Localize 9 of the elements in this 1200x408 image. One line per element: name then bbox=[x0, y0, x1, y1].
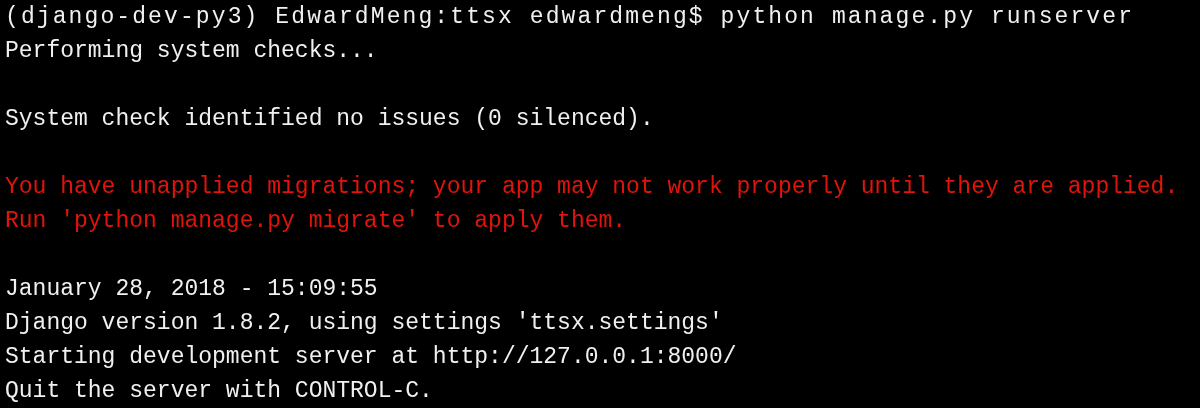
error-message: You have unapplied migrations; your app may not work properly until they are applied. bbox=[5, 174, 1179, 200]
output-line: System check identified no issues (0 silenced). bbox=[5, 106, 654, 132]
output-line: Quit the server with CONTROL-C. bbox=[5, 378, 433, 404]
output-line: Django version 1.8.2, using settings 'ttsx.settings' bbox=[5, 310, 723, 336]
output-line: Starting development server at http://127.0.0.1:8000/ bbox=[5, 344, 737, 370]
command-line: (django-dev-py3) EdwardMeng:ttsx edwardmeng$ python manage.py runserver bbox=[5, 4, 1135, 30]
output-line: Performing system checks... bbox=[5, 38, 378, 64]
error-message: Run 'python manage.py migrate' to apply them. bbox=[5, 208, 627, 234]
output-line: January 28, 2018 - 15:09:55 bbox=[5, 276, 378, 302]
